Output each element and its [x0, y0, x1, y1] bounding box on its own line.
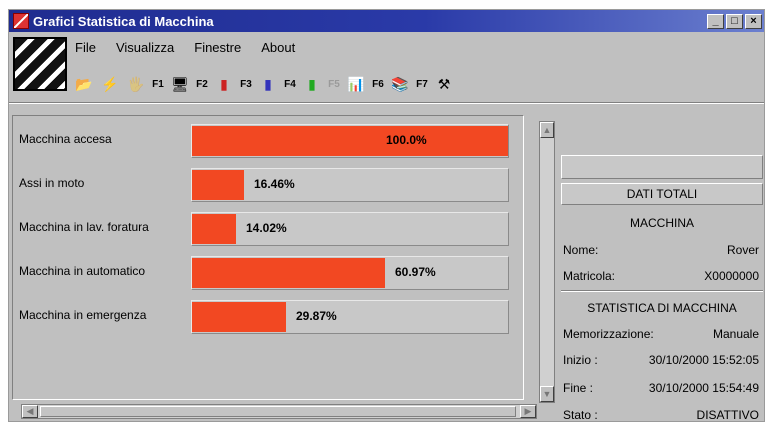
logo: [13, 37, 67, 91]
empty-field: [561, 155, 763, 179]
bar-chart-icon[interactable]: 📊: [345, 73, 367, 95]
menu-finestre[interactable]: Finestre: [194, 40, 241, 55]
end-label: Fine :: [563, 381, 594, 395]
toolbar-divider: [9, 102, 764, 104]
red-machine-icon[interactable]: ▮: [213, 73, 235, 95]
bar-fill: [192, 302, 286, 332]
end-row: Fine : 30/10/2000 15:54:49: [563, 381, 759, 395]
app-icon: [13, 13, 29, 29]
serial-label: Matricola:: [563, 269, 616, 283]
bar-label: Macchina accesa: [19, 132, 112, 146]
serial-row: Matricola: X0000000: [563, 269, 759, 283]
menu-about[interactable]: About: [261, 40, 295, 55]
totals-header: DATI TOTALI: [626, 187, 698, 201]
bar-label: Macchina in automatico: [19, 264, 146, 278]
side-divider: [561, 290, 763, 292]
state-label: Stato :: [563, 408, 598, 422]
disabled-tool-icon[interactable]: 🖐: [125, 73, 147, 95]
key-f4: F4: [284, 78, 296, 90]
bar-fill: [192, 170, 244, 200]
lightning-icon[interactable]: ⚡: [99, 73, 121, 95]
key-f3: F3: [240, 78, 252, 90]
menu-visualizza[interactable]: Visualizza: [116, 40, 174, 55]
scroll-thumb[interactable]: [40, 406, 516, 417]
machine-title: MACCHINA: [629, 216, 694, 230]
minimize-button[interactable]: _: [707, 13, 724, 29]
key-f2: F2: [196, 78, 208, 90]
memo-row: Memorizzazione: Manuale: [563, 327, 759, 341]
totals-panel: DATI TOTALI MACCHINA Nome: Rover Matrico…: [561, 155, 765, 423]
memo-value: Manuale: [712, 327, 759, 341]
window-title: Grafici Statistica di Macchina: [33, 13, 214, 29]
bar-track: 14.02%: [191, 212, 509, 246]
name-value: Rover: [726, 243, 759, 257]
name-label: Nome:: [563, 243, 599, 257]
state-value: DISATTIVO: [696, 408, 759, 422]
toolbar: 📂 ⚡ 🖐 F1 🖥 F2 ▮ F3 ▮ F4 ▮ F5 📊 F6 📚 F7 ⚒: [73, 73, 455, 95]
bar-fill: [192, 126, 508, 156]
bar-label: Macchina in emergenza: [19, 308, 147, 322]
bar-value: 14.02%: [246, 221, 287, 235]
start-value: 30/10/2000 15:52:05: [648, 353, 759, 367]
maximize-button[interactable]: □: [726, 13, 743, 29]
bar-fill: [192, 258, 385, 288]
app-window: Grafici Statistica di Macchina _ □ × Fil…: [8, 9, 765, 422]
scroll-down-icon[interactable]: ▼: [540, 386, 554, 402]
menu-bar: File Visualizza Finestre About: [75, 40, 295, 55]
monitor-icon[interactable]: 🖥: [169, 73, 191, 95]
bar-value: 16.46%: [254, 177, 295, 191]
key-f7: F7: [416, 78, 428, 90]
bar-label: Assi in moto: [19, 176, 85, 190]
state-row: Stato : DISATTIVO: [563, 408, 759, 422]
bar-value: 60.97%: [395, 265, 436, 279]
chart-panel: Macchina accesa 100.0% Assi in moto 16.4…: [12, 115, 524, 400]
stats-title: STATISTICA DI MACCHINA: [587, 301, 737, 315]
end-value: 30/10/2000 15:54:49: [648, 381, 759, 395]
blue-machine-icon[interactable]: ▮: [257, 73, 279, 95]
menu-file[interactable]: File: [75, 40, 96, 55]
open-folder-icon[interactable]: 📂: [73, 73, 95, 95]
books-icon[interactable]: 📚: [389, 73, 411, 95]
key-f1: F1: [152, 78, 164, 90]
scroll-left-icon[interactable]: ◀: [22, 405, 38, 418]
bar-track: 16.46%: [191, 168, 509, 202]
serial-value: X0000000: [704, 269, 759, 283]
bar-value: 29.87%: [296, 309, 337, 323]
key-f6: F6: [372, 78, 384, 90]
start-row: Inizio : 30/10/2000 15:52:05: [563, 353, 759, 367]
scroll-up-icon[interactable]: ▲: [540, 122, 554, 138]
horizontal-scrollbar[interactable]: ◀ ▶: [21, 404, 537, 419]
title-bar[interactable]: Grafici Statistica di Macchina _ □ ×: [9, 10, 764, 32]
bar-track: 29.87%: [191, 300, 509, 334]
close-button[interactable]: ×: [745, 13, 762, 29]
memo-label: Memorizzazione:: [563, 327, 654, 341]
key-f5: F5: [328, 78, 340, 90]
bar-fill: [192, 214, 236, 244]
scroll-right-icon[interactable]: ▶: [520, 405, 536, 418]
vertical-scrollbar[interactable]: ▲ ▼: [539, 121, 555, 403]
machine-name-row: Nome: Rover: [563, 243, 759, 257]
tools-icon[interactable]: ⚒: [433, 73, 455, 95]
bar-value: 100.0%: [386, 133, 427, 147]
bar-track: 100.0%: [191, 124, 509, 158]
green-machine-icon[interactable]: ▮: [301, 73, 323, 95]
bar-track: 60.97%: [191, 256, 509, 290]
start-label: Inizio :: [563, 353, 598, 367]
bar-label: Macchina in lav. foratura: [19, 220, 149, 234]
